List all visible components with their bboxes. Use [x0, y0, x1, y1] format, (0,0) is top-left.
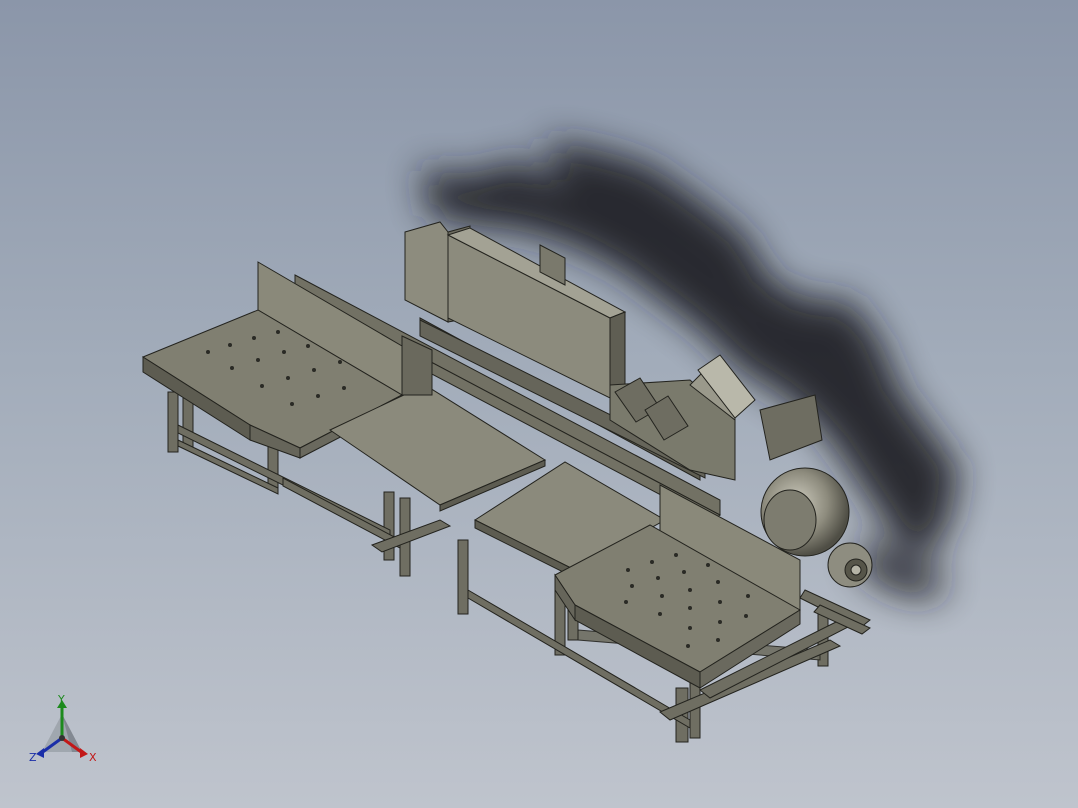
coordinate-triad: Y Z X [26, 694, 106, 774]
model-view[interactable] [0, 0, 1078, 808]
x-axis-label: X [89, 751, 97, 764]
z-axis-label: Z [29, 751, 37, 764]
y-axis-label: Y [58, 693, 65, 706]
graphics-viewport[interactable]: Y Z X [0, 0, 1078, 808]
